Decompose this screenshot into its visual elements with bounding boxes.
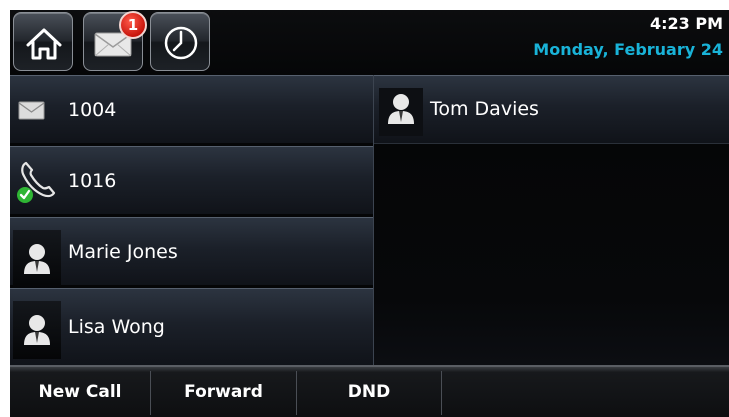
dnd-softkey[interactable]: DND — [297, 367, 441, 417]
line-key-label: Marie Jones — [68, 241, 178, 263]
line-key-lisa-wong[interactable]: Lisa Wong — [10, 288, 373, 365]
line-key-label: Lisa Wong — [68, 316, 165, 338]
registered-phone-icon — [17, 161, 56, 203]
message-count-badge: 1 — [119, 11, 147, 39]
line-key-label: 1004 — [68, 99, 117, 121]
line-key-label: 1016 — [68, 170, 117, 192]
status-header: 1 4:23 PM Monday, February 24 — [10, 10, 729, 75]
clock-icon — [164, 26, 198, 60]
clock-date: Monday, February 24 — [533, 40, 723, 59]
user-icon — [379, 88, 423, 136]
softkey-bar: New Call Forward DND — [10, 365, 729, 417]
home-button[interactable] — [13, 12, 73, 71]
phone-screen: 1 4:23 PM Monday, February 24 1004 1016 … — [10, 10, 729, 417]
home-icon — [26, 28, 62, 60]
forward-softkey[interactable]: Forward — [151, 367, 296, 417]
envelope-icon — [18, 101, 45, 120]
favorite-label: Tom Davies — [430, 98, 539, 120]
clock-time: 4:23 PM — [649, 14, 723, 33]
user-icon — [24, 244, 50, 274]
user-icon — [24, 315, 50, 345]
empty-favorites-area — [374, 144, 729, 365]
line-key-1016[interactable]: 1016 — [10, 146, 373, 214]
new-call-softkey[interactable]: New Call — [10, 367, 150, 417]
line-key-1004[interactable]: 1004 — [10, 75, 373, 143]
recent-calls-button[interactable] — [150, 12, 210, 71]
softkey-separator — [441, 371, 442, 415]
line-key-marie-jones[interactable]: Marie Jones — [10, 217, 373, 288]
messages-button[interactable]: 1 — [83, 11, 147, 71]
favorite-tom-davies[interactable]: Tom Davies — [374, 75, 729, 144]
